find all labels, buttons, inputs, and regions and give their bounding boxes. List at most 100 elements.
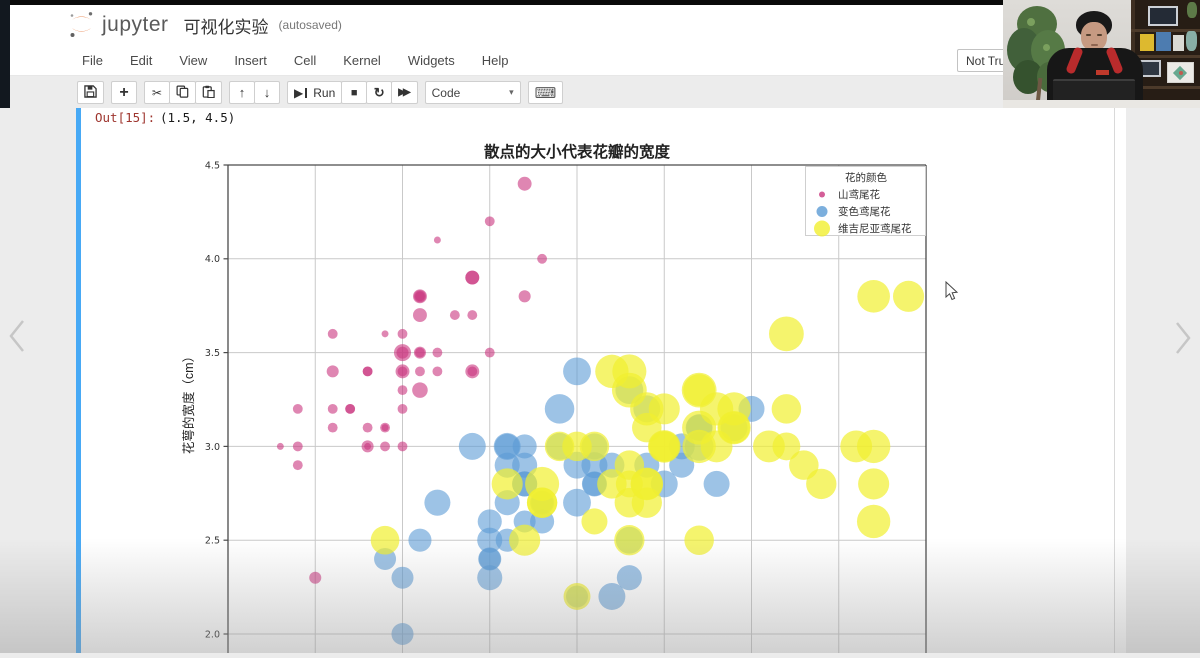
jupyter-planet-icon [68, 11, 95, 39]
legend-label: 变色鸢尾花 [838, 205, 891, 218]
data-point [328, 423, 338, 433]
data-point [293, 404, 303, 414]
data-point [432, 348, 442, 358]
run-button[interactable]: ▶Run [287, 81, 342, 104]
webcam-overlay [1003, 0, 1200, 108]
data-point [380, 441, 390, 451]
menu-item-view[interactable]: View [179, 53, 207, 68]
data-point [492, 468, 523, 499]
cell-type-value: Code [432, 86, 461, 100]
data-point [382, 330, 389, 337]
data-point [704, 471, 730, 497]
move-up-button[interactable]: ↑ [229, 81, 255, 104]
menu-item-file[interactable]: File [82, 53, 103, 68]
y-tick-label: 4.5 [205, 160, 220, 171]
series-山鸢尾花 [277, 177, 547, 584]
arrow-down-icon: ↓ [264, 85, 271, 100]
toolbar-button-group: ▶Run■↻▶▶ [287, 81, 418, 104]
y-axis-label: 花萼的宽度（cm） [181, 350, 196, 454]
cut-button[interactable]: ✂ [144, 81, 170, 104]
output-value: (1.5, 4.5) [160, 110, 235, 125]
notebook-title[interactable]: 可视化实验 [184, 13, 269, 38]
stop-button[interactable]: ■ [341, 81, 367, 104]
restart-button[interactable]: ↻ [366, 81, 392, 104]
menu-item-cell[interactable]: Cell [294, 53, 316, 68]
data-point [772, 432, 800, 460]
step-forward-icon: ▶ [294, 86, 303, 100]
menu-item-insert[interactable]: Insert [234, 53, 267, 68]
data-point [857, 505, 890, 538]
data-point [806, 469, 836, 499]
save-icon [84, 85, 97, 101]
frame-artwork-dot [1179, 71, 1183, 75]
data-point [581, 508, 607, 534]
y-tick-label: 4.0 [205, 254, 220, 265]
data-point [595, 355, 628, 388]
jupyter-logo[interactable]: jupyter [68, 11, 169, 39]
jupyter-wordmark: jupyter [102, 13, 169, 37]
data-point [485, 348, 495, 358]
save-button[interactable] [77, 81, 104, 104]
data-point [394, 344, 411, 361]
data-point [485, 216, 495, 226]
yellow-book [1140, 34, 1154, 51]
legend-label: 维吉尼亚鸢尾花 [838, 222, 912, 235]
move-down-button[interactable]: ↓ [254, 81, 280, 104]
legend-marker [814, 221, 830, 237]
data-point [362, 440, 374, 452]
cell-type-select[interactable]: Code▾ [425, 81, 521, 104]
data-point [293, 460, 303, 470]
presenter-mouth [1091, 44, 1098, 46]
data-point [518, 177, 532, 191]
data-point [527, 488, 557, 518]
copy-icon [176, 85, 189, 101]
scissors-icon: ✂ [152, 86, 162, 100]
y-axis-ticks: 4.54.03.53.02.52.0 [205, 160, 228, 640]
fast-forward-button[interactable]: ▶▶ [391, 81, 417, 104]
paste-button[interactable] [195, 81, 222, 104]
add-cell-button[interactable]: + [111, 81, 137, 104]
data-point [857, 280, 890, 313]
data-point [412, 382, 428, 398]
hoodie-logo [1096, 70, 1109, 75]
data-point [509, 525, 540, 556]
page-edge-divider [1114, 108, 1115, 653]
data-point [398, 385, 408, 395]
menu-item-edit[interactable]: Edit [130, 53, 152, 68]
toolbar-button-group: ↑↓ [229, 81, 280, 104]
command-palette-button[interactable]: ⌨ [528, 81, 564, 104]
presenter-eye [1086, 34, 1091, 36]
data-point [682, 430, 715, 463]
data-point [450, 310, 460, 320]
presenter-face [1081, 22, 1107, 51]
presenter-eye [1097, 34, 1102, 36]
plant-highlight [1027, 18, 1035, 26]
data-point [415, 366, 425, 376]
carousel-next-icon[interactable] [1170, 316, 1196, 360]
copy-button[interactable] [169, 81, 196, 104]
legend-marker [819, 192, 825, 198]
data-point [467, 310, 477, 320]
series-维吉尼亚鸢尾花 [371, 280, 924, 610]
selected-cell-indicator[interactable] [76, 108, 81, 653]
data-point [432, 366, 442, 376]
legend-marker [817, 206, 828, 217]
data-point [363, 423, 373, 433]
data-point [478, 509, 502, 533]
menu-item-widgets[interactable]: Widgets [408, 53, 455, 68]
data-point [408, 529, 431, 552]
carousel-prev-icon[interactable] [4, 314, 30, 358]
arrow-up-icon: ↑ [239, 85, 246, 100]
data-point [684, 525, 714, 555]
data-point [893, 281, 924, 312]
data-point [380, 423, 390, 433]
menu-item-kernel[interactable]: Kernel [343, 53, 381, 68]
data-point [415, 291, 425, 301]
data-point [328, 329, 338, 339]
data-point [392, 623, 414, 645]
data-point [328, 404, 338, 414]
data-point [398, 441, 408, 451]
desk [1003, 100, 1200, 108]
menu-item-help[interactable]: Help [482, 53, 509, 68]
data-point [519, 290, 531, 302]
